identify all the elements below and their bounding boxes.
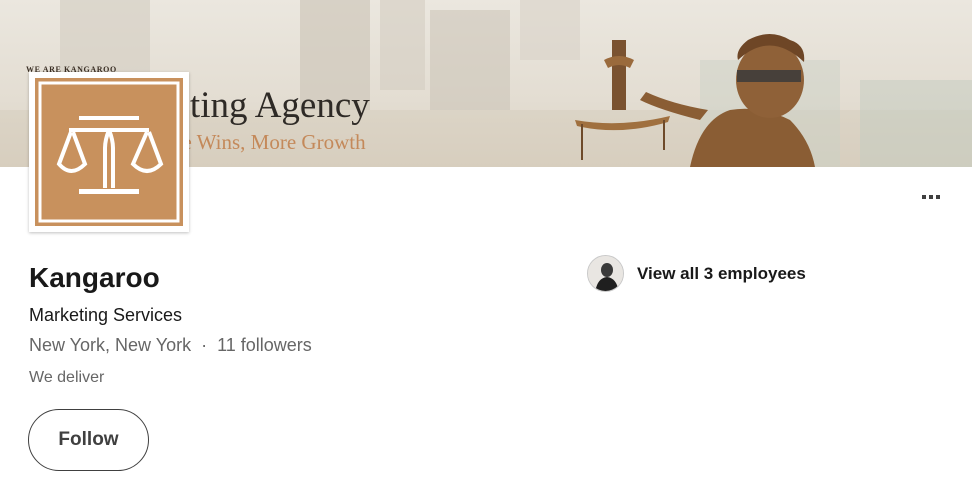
- company-meta: New York, New York · 11 followers: [29, 335, 312, 356]
- scales-of-justice-icon: [35, 78, 183, 226]
- dot: [936, 195, 940, 199]
- dot: [929, 195, 933, 199]
- meta-separator: ·: [201, 335, 208, 355]
- more-options-icon[interactable]: [910, 184, 952, 210]
- follow-button[interactable]: Follow: [28, 409, 149, 471]
- company-name: Kangaroo: [29, 262, 160, 293]
- view-employees-label[interactable]: View all 3 employees: [637, 264, 806, 284]
- view-employees-link[interactable]: View all 3 employees: [587, 255, 806, 292]
- company-logo[interactable]: [29, 72, 189, 232]
- company-tagline: We deliver: [29, 369, 105, 386]
- employee-avatar: [587, 255, 624, 292]
- dot: [922, 195, 926, 199]
- banner-tagline: ore Wins, More Growth: [165, 130, 366, 154]
- company-followers[interactable]: 11 followers: [217, 335, 312, 356]
- company-industry: Marketing Services: [29, 305, 183, 325]
- company-location: New York, New York: [29, 335, 192, 355]
